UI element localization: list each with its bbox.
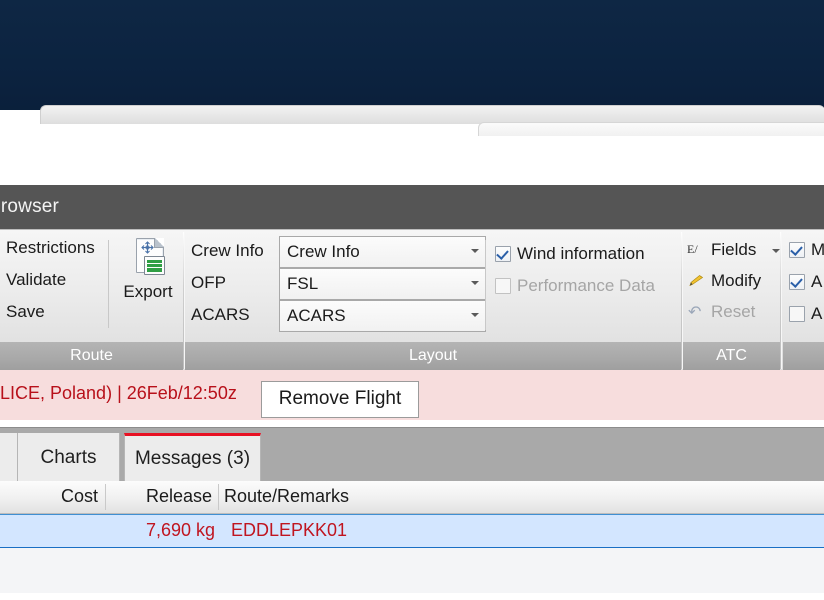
layout-combo-caption-1: OFP [191,273,226,292]
layout-combo-crew-info[interactable]: Crew Info [279,236,486,268]
layout-checkbox-performance-data: Performance Data [495,274,675,300]
chevron-down-icon[interactable] [471,281,479,285]
chevron-down-icon[interactable] [471,249,479,253]
atc-modify-label: Modify [711,271,762,290]
route-export-button[interactable]: Export [112,236,184,302]
table-header-divider-1[interactable] [105,484,106,510]
clipped-checkbox-label-1: A [811,272,823,291]
ribbon-group-layout: Crew Info Crew Info OFP FSL ACARS ACARS … [185,230,681,371]
cell-cost [0,515,98,546]
remove-flight-button[interactable]: Remove Flight [261,381,419,418]
layout-checkbox-wind-information[interactable]: Wind information [495,242,675,268]
table-header-release[interactable]: Release [110,481,212,513]
app-title: Browser [0,196,60,217]
route-save-button[interactable]: Save [6,302,45,322]
spreadsheet-icon [144,256,165,275]
atc-modify-button[interactable]: Modify [687,267,777,295]
ribbon-separator-1 [183,232,184,369]
layout-combo-value-1: FSL [287,274,319,293]
route-validate-button[interactable]: Validate [6,270,66,290]
tab-charts[interactable]: Charts [17,433,120,482]
move-crosshair-icon [141,241,154,254]
app-title-bar: Browser [0,185,824,229]
export-document-icon [128,236,168,280]
ribbon-group-route: Restrictions Validate Save Export Route [0,230,183,371]
table-header-divider-2[interactable] [218,484,219,510]
checkbox-checked-icon[interactable] [495,246,511,262]
flight-info-text: ALICE, Poland) | 26Feb/12:50z [0,383,237,403]
atc-fields-label: Fields [711,240,757,259]
route-group-divider [108,240,109,328]
ribbon-separator-3 [780,232,781,369]
application-window: Browser Restrictions Validate Save [0,0,824,593]
ribbon-group-clipped-label [783,342,824,371]
ribbon-group-layout-label: Layout [185,342,681,371]
ribbon-group-layout-body: Crew Info Crew Info OFP FSL ACARS ACARS … [185,230,681,342]
table-header: Cost Release Route/Remarks [0,481,824,514]
desktop-background [0,0,824,118]
clipped-checkbox-label-2: A [811,304,823,323]
ribbon-group-clipped-body: M A A [783,230,824,342]
route-restrictions-button[interactable]: Restrictions [6,238,95,258]
table-body-empty [0,548,824,593]
table-row[interactable]: 7,690 kg EDDLEPKK01 [0,514,824,549]
tab-strip: s Charts Messages (3) [0,427,824,485]
pencil-icon [687,270,707,290]
export-label: Export [123,282,173,301]
clipped-checkbox-label-0: M [811,240,824,259]
layout-combo-caption-0: Crew Info [191,241,264,260]
layout-combo-value-0: Crew Info [287,242,360,261]
layout-combo-value-2: ACARS [287,306,346,325]
atc-reset-button: ↶ Reset [687,298,777,326]
clipped-checkbox-0[interactable]: M [789,238,824,264]
table-header-route-remarks[interactable]: Route/Remarks [224,481,349,513]
e-slash-icon: E/ [687,242,698,256]
undo-arrow-icon: ↶ [688,304,702,321]
checkbox-unchecked-icon[interactable] [789,306,805,322]
table-header-cost[interactable]: Cost [0,481,98,513]
ribbon-separator-2 [681,232,682,369]
ribbon-group-route-label: Route [0,342,183,371]
tab-messages[interactable]: Messages (3) [124,433,261,485]
ribbon: Restrictions Validate Save Export Route … [0,229,824,549]
clipped-checkbox-1[interactable]: A [789,270,824,296]
cell-route-remarks: EDDLEPKK01 [231,520,348,540]
checkbox-checked-icon[interactable] [789,242,805,258]
chevron-down-icon[interactable] [471,313,479,317]
spreadsheet-grid [147,259,162,272]
atc-fields-button[interactable]: E/ Fields [687,236,780,264]
layout-checkbox-label-0: Wind information [517,244,645,263]
layout-checkbox-label-1: Performance Data [517,276,655,295]
layout-combo-row-crew-info: Crew Info Crew Info [191,236,491,268]
layout-combo-row-ofp: OFP FSL [191,268,491,300]
background-content-blank [0,136,824,185]
layout-group-divider [485,240,486,330]
atc-reset-label: Reset [711,302,756,321]
ribbon-group-atc-label: ATC [683,342,780,371]
document-fold [154,238,164,248]
layout-combo-acars[interactable]: ACARS [279,300,486,332]
layout-combo-caption-2: ACARS [191,305,250,324]
cell-release: 7,690 kg [145,520,215,540]
checkbox-checked-icon[interactable] [789,274,805,290]
chevron-down-icon[interactable] [772,249,780,253]
checkbox-unchecked-icon [495,278,511,294]
ribbon-group-atc-body: E/ Fields Modify ↶ Reset [683,230,780,342]
background-window-secondary[interactable] [478,122,824,137]
ribbon-group-route-body: Restrictions Validate Save Export [0,230,183,342]
ribbon-group-clipped: M A A [783,230,824,371]
layout-combo-row-acars: ACARS ACARS [191,300,491,332]
clipped-checkbox-2[interactable]: A [789,302,824,328]
ribbon-group-atc: E/ Fields Modify ↶ Reset ATC [683,230,780,371]
pencil-glyph [689,275,704,286]
layout-combo-ofp[interactable]: FSL [279,268,486,300]
